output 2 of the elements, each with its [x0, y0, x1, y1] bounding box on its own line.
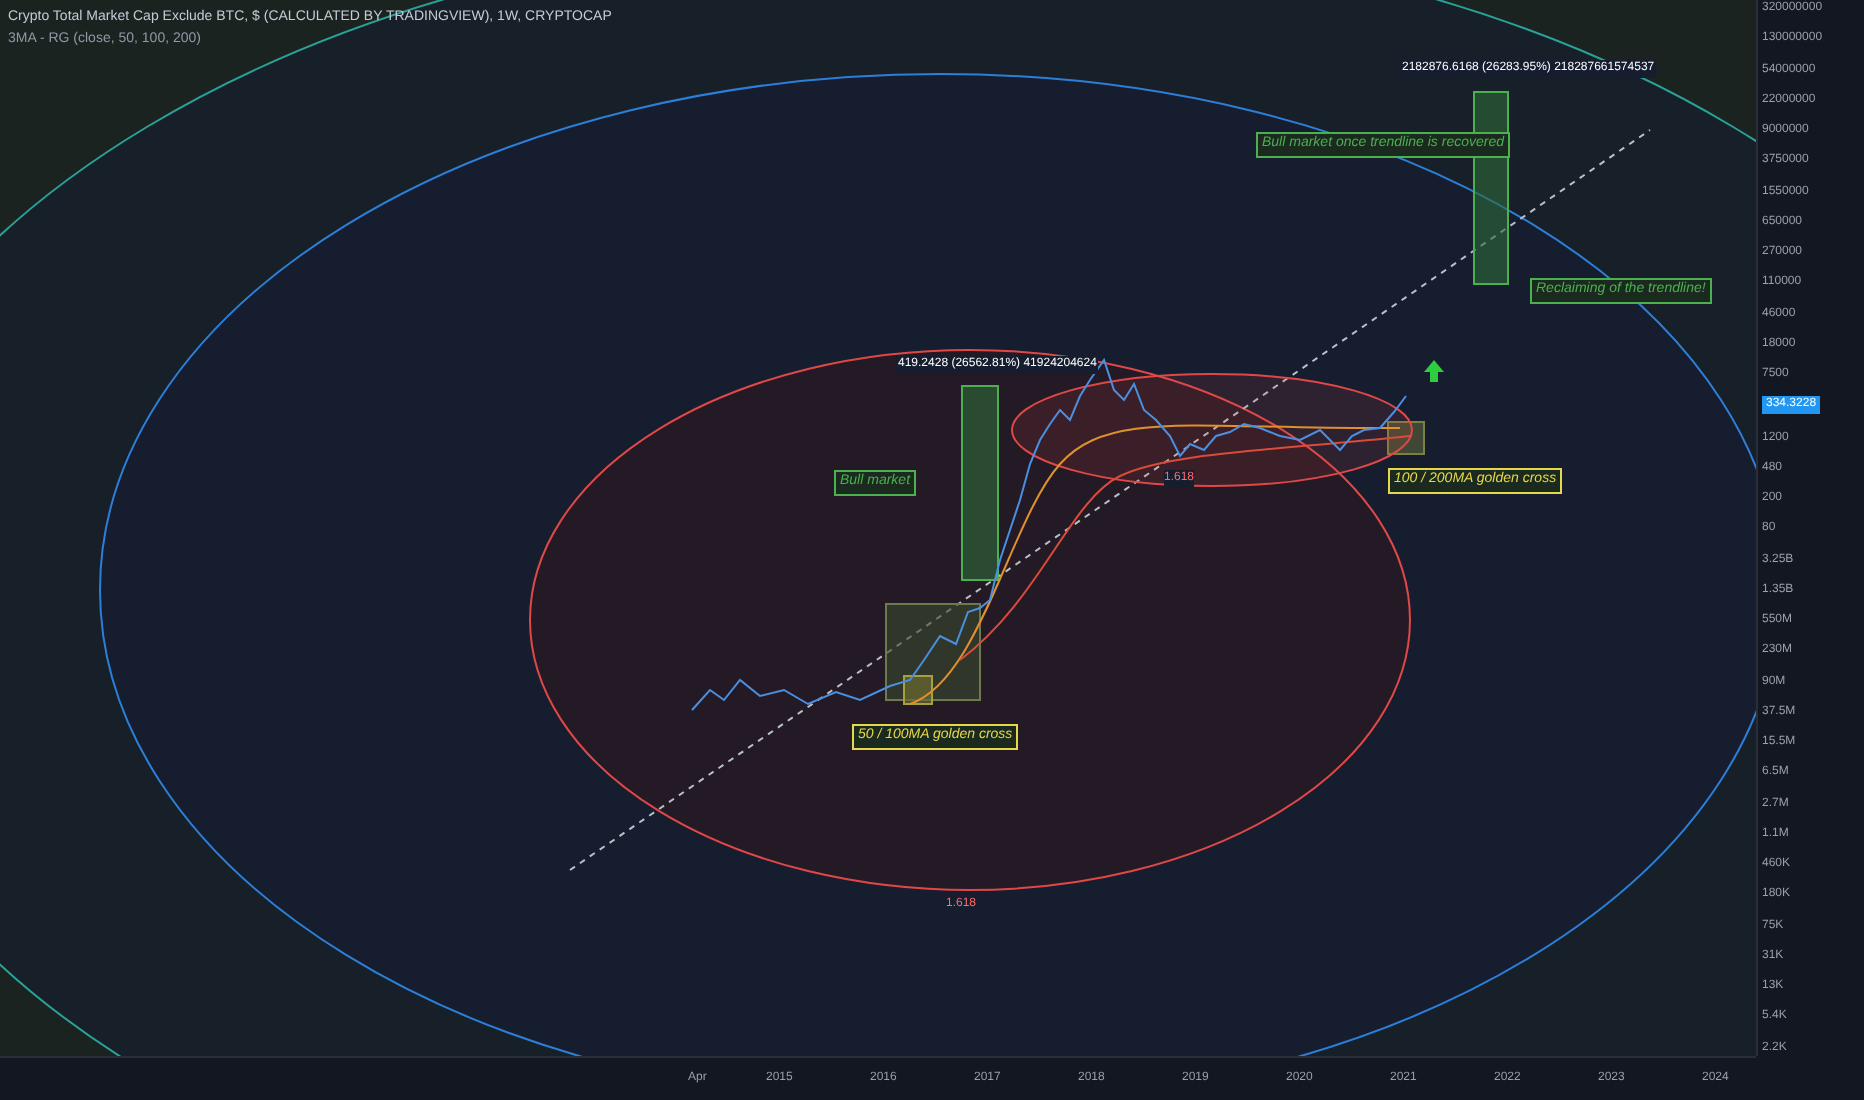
up-arrow-icon	[1424, 360, 1444, 382]
highlight-box	[1387, 421, 1425, 455]
